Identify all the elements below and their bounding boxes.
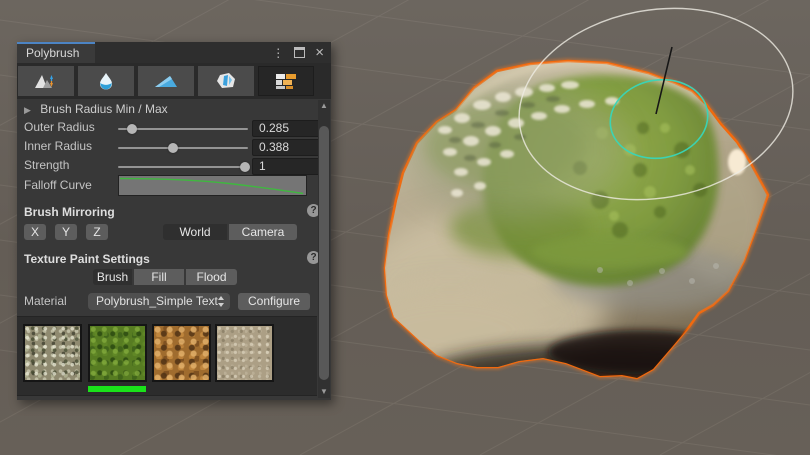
window-tabbar: Polybrush ⋮ × (17, 42, 331, 63)
mode-flood-button[interactable]: Flood (186, 269, 237, 285)
panel-scrollbar[interactable]: ▲ ▼ (318, 100, 330, 398)
space-camera-button[interactable]: Camera (229, 224, 297, 240)
outer-radius-slider[interactable] (118, 124, 248, 134)
outer-radius-handle[interactable] (127, 124, 138, 134)
smooth-icon (100, 73, 112, 90)
falloff-curve-label: Falloff Curve (24, 178, 92, 192)
outer-radius-value[interactable]: 0.285 (252, 120, 322, 137)
brush-mode-toolbar (17, 63, 331, 99)
brush-radius-foldout[interactable]: ▶ Brush Radius Min / Max (24, 102, 168, 116)
texture-paint-header: Texture Paint Settings (24, 252, 150, 266)
texture-palette (17, 316, 317, 396)
window-title: Polybrush (26, 46, 80, 60)
space-world-button[interactable]: World (163, 224, 227, 240)
scrollbar-thumb[interactable] (319, 126, 329, 380)
foldout-arrow-icon: ▶ (24, 105, 31, 115)
tool-paint-textures-button[interactable] (258, 66, 314, 96)
scroll-down-icon[interactable]: ▼ (318, 386, 330, 398)
material-label: Material (24, 294, 67, 308)
mirror-x-button[interactable]: X (24, 224, 46, 240)
close-icon[interactable]: × (315, 45, 324, 60)
configure-button[interactable]: Configure (238, 293, 310, 310)
inner-radius-handle[interactable] (167, 143, 178, 153)
tab-polybrush[interactable]: Polybrush (17, 42, 95, 63)
paint-textures-icon (276, 74, 296, 89)
material-dropdown[interactable]: Polybrush_Simple Text (88, 293, 230, 310)
inner-radius-slider[interactable] (118, 143, 248, 153)
mode-fill-button[interactable]: Fill (134, 269, 184, 285)
foldout-label: Brush Radius Min / Max (40, 102, 168, 116)
scroll-up-icon[interactable]: ▲ (318, 100, 330, 112)
strength-handle[interactable] (240, 162, 251, 172)
dropdown-caret-icon (217, 296, 225, 307)
mode-brush-button[interactable]: Brush (93, 269, 132, 285)
falloff-curve-field[interactable] (118, 175, 307, 196)
selected-texture-indicator (88, 386, 146, 392)
sculpt-icon (35, 75, 53, 88)
rock-mesh[interactable] (350, 57, 775, 404)
maximize-icon[interactable] (294, 47, 306, 58)
tool-smooth-button[interactable] (78, 66, 134, 96)
strength-slider[interactable] (118, 162, 251, 172)
inner-radius-label: Inner Radius (24, 139, 93, 153)
mirror-y-button[interactable]: Y (55, 224, 77, 240)
texture-swatch-sand[interactable] (215, 324, 274, 382)
falloff-curve-graph (119, 177, 304, 195)
material-dropdown-value: Polybrush_Simple Text (96, 294, 218, 308)
mirror-z-button[interactable]: Z (86, 224, 108, 240)
tool-paint-colors-button[interactable] (138, 66, 194, 96)
outer-radius-label: Outer Radius (24, 120, 95, 134)
texture-swatch-dirt-pebbles[interactable] (152, 324, 211, 382)
strength-value[interactable]: 1 (252, 158, 322, 175)
paint-colors-icon (155, 76, 177, 87)
tool-sculpt-button[interactable] (18, 66, 74, 96)
tool-scatter-prefabs-button[interactable] (198, 66, 254, 96)
inner-radius-value[interactable]: 0.388 (252, 139, 322, 156)
scatter-prefabs-icon (217, 73, 235, 88)
kebab-menu-icon[interactable]: ⋮ (272, 46, 284, 60)
texture-swatch-gravel[interactable] (23, 324, 82, 382)
strength-label: Strength (24, 158, 70, 172)
polybrush-window: Polybrush ⋮ × ▶ Brush Radius Min / Max O… (17, 42, 331, 400)
texture-swatch-grass[interactable] (88, 324, 147, 382)
brush-mirroring-header: Brush Mirroring (24, 205, 115, 219)
